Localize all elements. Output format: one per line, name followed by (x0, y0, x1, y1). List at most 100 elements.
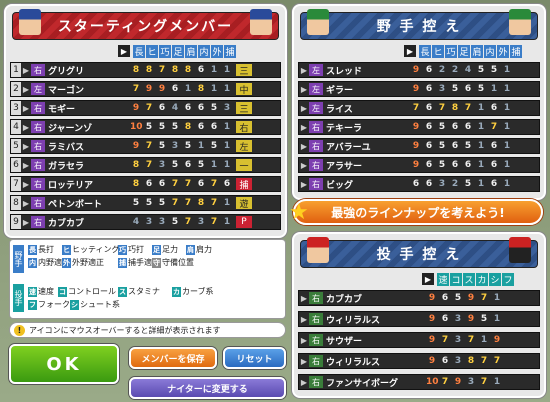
stat-value: 6 (464, 122, 472, 132)
row-arrow-icon: ▶ (300, 84, 308, 94)
player-row[interactable]: ▶ 右サウザー 9 7 3 7 1 9 (298, 332, 540, 348)
stat-value: 6 (451, 160, 459, 170)
stat-value: 6 (441, 356, 449, 366)
stat-value: 5 (184, 141, 192, 151)
player-row[interactable]: ▶ 右ウィリラルス 9 6 3 9 5 1 (298, 311, 540, 327)
player-row[interactable]: ▶ 左スレッド 9 6 2 2 4 5 5 1 (298, 62, 540, 78)
stat-value: 5 (145, 198, 153, 208)
legend-key: シ (70, 299, 79, 310)
player-row[interactable]: ▶ 右ファンサイボーグ 10 7 9 3 7 1 (298, 374, 540, 390)
ok-button[interactable]: OK (9, 344, 119, 384)
column-arrow-icon: ▶ (118, 45, 130, 57)
handedness-badge: 右 (309, 313, 323, 325)
stat-value: 1 (223, 65, 231, 75)
stat-value: 5 (480, 314, 488, 324)
player-name: ウィリラルス (326, 357, 381, 368)
player-name: ライス (326, 104, 353, 115)
player-name: アバラーユ (326, 142, 371, 153)
stat-value: 4 (464, 65, 472, 75)
handedness-badge: 右 (31, 178, 45, 190)
stat-value: 5 (464, 141, 472, 151)
bench-column-bar: ▶ 長ヒ巧足肩内外捕 (404, 44, 523, 58)
legend-text: 速度 (38, 287, 54, 296)
player-row[interactable]: ▶ 左ギラー 9 6 3 5 6 5 1 1 (298, 81, 540, 97)
reset-button[interactable]: リセット (223, 347, 286, 369)
player-row[interactable]: 6 ▶ 右ガラセラ 8 7 3 5 6 5 1 1 一 (10, 157, 281, 173)
player-row[interactable]: 7 ▶ 右ロッテリア 8 6 6 7 7 6 7 6 捕 (10, 176, 281, 192)
legend-key: 足 (152, 244, 161, 255)
column-header: コ (450, 272, 462, 286)
night-label: ナイターに変更する (167, 384, 248, 395)
stat-value: 3 (223, 103, 231, 113)
stat-value: 6 (451, 141, 459, 151)
player-row[interactable]: ▶ 右ウィリラルス 9 6 3 8 7 7 (298, 353, 540, 369)
stat-value: 8 (197, 198, 205, 208)
player-row[interactable]: 8 ▶ 右ペトンボート 5 5 5 7 7 8 7 1 遊 (10, 195, 281, 211)
handedness-badge: 右 (309, 159, 323, 171)
stat-value: 7 (438, 103, 446, 113)
field-position: 中 (236, 83, 252, 96)
player-row[interactable]: ▶ 左ライス 7 6 7 8 7 1 6 1 (298, 100, 540, 116)
stat-value: 1 (477, 160, 485, 170)
stat-value: 1 (210, 84, 218, 94)
handedness-badge: 右 (31, 216, 45, 228)
row-arrow-icon: ▶ (300, 65, 308, 75)
legend-text: スタミナ (128, 287, 160, 296)
row-arrow-icon: ▶ (22, 179, 30, 189)
column-header: ス (463, 272, 475, 286)
handedness-badge: 左 (309, 83, 323, 95)
player-row[interactable]: ▶ 右テキーラ 9 6 5 6 6 1 7 1 (298, 119, 540, 135)
stat-value: 9 (467, 293, 475, 303)
player-stats: 96566161 (410, 160, 514, 170)
stat-value: 9 (158, 84, 166, 94)
handedness-badge: 右 (309, 292, 323, 304)
player-row[interactable]: 4 ▶ 右ジャーンゾ 10 5 5 5 8 6 6 1 右 (10, 119, 281, 135)
player-row[interactable]: ▶ 右ビッグ 6 6 3 2 5 1 6 1 (298, 176, 540, 192)
stat-value: 6 (171, 84, 179, 94)
row-arrow-icon: ▶ (22, 84, 30, 94)
stat-value: 3 (158, 160, 166, 170)
player-name: ジャーンゾ (48, 123, 93, 134)
player-row[interactable]: 2 ▶ 左マーゴン 7 9 9 6 1 8 1 1 中 (10, 81, 281, 97)
stat-value: 1 (477, 103, 485, 113)
hint-text: アイコンにマウスオーバーすると詳細が表示されます (29, 325, 221, 335)
column-header: 巧 (445, 44, 457, 58)
stat-value: 5 (210, 103, 218, 113)
stat-value: 10 (426, 377, 439, 387)
column-header: 肩 (471, 44, 483, 58)
legend-item: 守守備位置 (152, 257, 194, 268)
stat-value: 6 (197, 179, 205, 189)
starting-header: スターティングメンバー (12, 9, 279, 40)
player-row[interactable]: 3 ▶ 右モギー 9 7 6 4 6 6 5 3 三 (10, 100, 281, 116)
ok-label: OK (46, 353, 82, 375)
stat-value: 7 (467, 335, 475, 345)
stat-value: 1 (184, 84, 192, 94)
handedness-badge: 右 (31, 197, 45, 209)
stat-value: 5 (171, 122, 179, 132)
player-row[interactable]: 1 ▶ 右グリグリ 8 8 7 8 8 6 1 1 三 (10, 62, 281, 78)
bench-header: 野 手 控 え (300, 9, 538, 40)
player-row[interactable]: 9 ▶ 右カブカブ 4 3 3 5 7 3 7 1 P (10, 214, 281, 230)
player-name: ペトンボート (48, 199, 103, 210)
column-header: 内 (484, 44, 496, 58)
stat-value: 7 (480, 377, 488, 387)
player-stats: 965971 (426, 293, 504, 303)
player-stats: 96224551 (410, 65, 514, 75)
stat-value: 6 (425, 141, 433, 151)
night-button[interactable]: ナイターに変更する (129, 377, 286, 399)
batting-order: 3 (11, 101, 21, 115)
player-row[interactable]: ▶ 右アバラーユ 9 6 5 6 5 1 6 1 (298, 138, 540, 154)
stat-value: 7 (145, 141, 153, 151)
player-row[interactable]: ▶ 右カブカブ 9 6 5 9 7 1 (298, 290, 540, 306)
player-row[interactable]: 5 ▶ 右ラミバス 9 7 5 3 5 1 5 1 左 (10, 138, 281, 154)
legend-key: 外 (62, 257, 71, 268)
stat-value: 2 (451, 65, 459, 75)
batting-order: 8 (11, 196, 21, 210)
player-row[interactable]: ▶ 右アラサー 9 6 5 6 6 1 6 1 (298, 157, 540, 173)
legend-item: 巧巧打 (118, 244, 144, 255)
stat-value: 9 (428, 356, 436, 366)
save-members-button[interactable]: メンバーを保存 (129, 347, 217, 369)
legend-item: ココントロール (58, 286, 116, 297)
relief-column-bar: ▶ 速コスカシフ (422, 272, 515, 286)
batting-order: 7 (11, 177, 21, 191)
